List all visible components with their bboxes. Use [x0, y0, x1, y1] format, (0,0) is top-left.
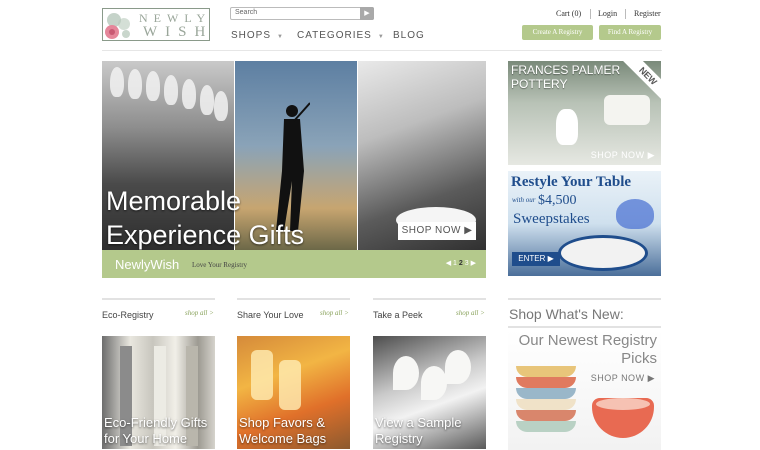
hero-brand: NewlyWish: [115, 257, 180, 272]
login-link[interactable]: Login: [598, 9, 617, 18]
share-love-title: Share Your Love: [237, 310, 304, 320]
hero-title-line2: Experience Gifts: [106, 220, 305, 250]
play-arrow-icon: ▶: [647, 373, 655, 383]
bowl-image: [516, 388, 576, 399]
pager-page-1[interactable]: 1: [453, 260, 457, 267]
sample-registry-caption: View a Sample Registry: [375, 415, 462, 446]
hero-title-line1: Memorable: [106, 186, 242, 216]
column-divider: [373, 298, 486, 300]
sweepstakes-amount: $4,500: [538, 193, 577, 208]
search-submit-button[interactable]: ▶: [360, 7, 374, 20]
play-arrow-icon: ▶: [547, 254, 554, 263]
vase-image: [556, 109, 578, 145]
nav-categories[interactable]: CATEGORIES ▼: [297, 30, 385, 41]
next-arrow-icon[interactable]: ▶: [471, 260, 476, 267]
whats-new-title: Shop What's New:: [509, 306, 624, 322]
bottle-image: [251, 350, 273, 400]
bowl-image: [516, 366, 576, 377]
newest-picks-shop-now-label: SHOP NOW: [590, 373, 645, 383]
divider: [590, 9, 591, 19]
plate-image: [558, 235, 648, 271]
play-arrow-icon: ▶: [464, 225, 473, 236]
favors-bags-caption: Shop Favors & Welcome Bags: [239, 415, 327, 446]
restyle-title: Restyle Your Table: [511, 174, 632, 190]
slide-pager: ◀ 1 2 3 ▶: [446, 259, 476, 267]
search-placeholder: Search: [235, 9, 258, 16]
peek-shop-all-link[interactable]: shop all >: [456, 309, 485, 317]
cake-image: [604, 95, 650, 125]
nav-categories-label: CATEGORIES: [297, 30, 372, 41]
prev-arrow-icon[interactable]: ◀: [446, 260, 451, 267]
cart-link[interactable]: Cart (0): [556, 9, 581, 18]
bowl-image: [516, 377, 576, 388]
lily-image: [445, 350, 471, 384]
eco-gifts-caption: Eco-Friendly Gifts for Your Home: [104, 415, 208, 446]
bowl-image: [516, 410, 576, 421]
eco-shop-all-link[interactable]: shop all >: [185, 309, 214, 317]
eco-registry-title: Eco-Registry: [102, 310, 154, 320]
nav-blog[interactable]: BLOG: [393, 30, 425, 41]
find-registry-button[interactable]: Find A Registry: [599, 25, 661, 40]
restyle-with-our: with our: [512, 196, 536, 204]
newlywish-logo[interactable]: NEWLY WISH: [102, 8, 210, 41]
newest-picks-shop-now[interactable]: SHOP NOW ▶: [591, 373, 655, 384]
enter-button[interactable]: ENTER ▶: [512, 252, 560, 266]
sample-registry-tile[interactable]: View a Sample Registry: [373, 336, 486, 449]
column-divider: [237, 298, 350, 300]
eco-gifts-tile[interactable]: Eco-Friendly Gifts for Your Home: [102, 336, 215, 449]
glass-image: [616, 199, 654, 229]
register-link[interactable]: Register: [634, 9, 661, 18]
hero-shop-now-button[interactable]: SHOP NOW ▶: [398, 222, 476, 240]
lily-image: [393, 356, 419, 390]
bowl-image: [516, 399, 576, 410]
flower-logo-icon: [105, 13, 130, 39]
whats-new-divider: [508, 298, 661, 300]
red-bowl-rim: [596, 398, 650, 410]
newest-picks-promo[interactable]: Our Newest Registry Picks SHOP NOW ▶: [508, 330, 661, 450]
share-shop-all-link[interactable]: shop all >: [320, 309, 349, 317]
favors-bags-tile[interactable]: Shop Favors & Welcome Bags: [237, 336, 350, 449]
nav-shops-label: SHOPS: [231, 30, 272, 41]
divider: [625, 9, 626, 19]
search-input[interactable]: Search: [230, 7, 374, 20]
frances-palmer-title: FRANCES PALMER POTTERY: [511, 63, 621, 91]
pager-page-3[interactable]: 3: [465, 260, 469, 267]
newest-picks-title: Our Newest Registry Picks: [518, 332, 657, 367]
play-arrow-icon: ▶: [647, 150, 655, 160]
play-arrow-icon: ▶: [364, 10, 370, 17]
hero-tagline: Love Your Registry: [192, 261, 248, 269]
restyle-table-promo[interactable]: Restyle Your Table with our $4,500 Sweep…: [508, 171, 661, 276]
hero-shop-now-label: SHOP NOW: [401, 225, 461, 236]
bowl-image: [516, 421, 576, 432]
header-divider: [102, 50, 662, 51]
pager-page-2[interactable]: 2: [459, 260, 463, 267]
column-divider: [102, 298, 215, 300]
whats-new-divider: [508, 326, 661, 328]
enter-label: ENTER: [518, 254, 546, 263]
bottle-image: [279, 360, 301, 410]
chevron-down-icon: ▼: [377, 34, 385, 40]
nav-shops[interactable]: SHOPS ▼: [231, 30, 284, 41]
chevron-down-icon: ▼: [277, 34, 284, 40]
take-peek-title: Take a Peek: [373, 310, 423, 320]
create-registry-button[interactable]: Create A Registry: [522, 25, 593, 40]
frances-shop-now-label: SHOP NOW: [590, 150, 645, 160]
nav-blog-label: BLOG: [393, 30, 425, 41]
hero-caption-bar: NewlyWish Love Your Registry ◀ 1 2 3 ▶: [102, 250, 486, 278]
logo-text-bottom: WISH: [143, 24, 210, 40]
frances-palmer-promo[interactable]: FRANCES PALMER POTTERY NEW SHOP NOW ▶: [508, 61, 661, 165]
lily-image: [421, 366, 447, 400]
hero-title: Memorable Experience Gifts: [106, 184, 304, 252]
sweepstakes-label: Sweepstakes: [513, 211, 590, 227]
frances-shop-now[interactable]: SHOP NOW ▶: [591, 150, 655, 161]
